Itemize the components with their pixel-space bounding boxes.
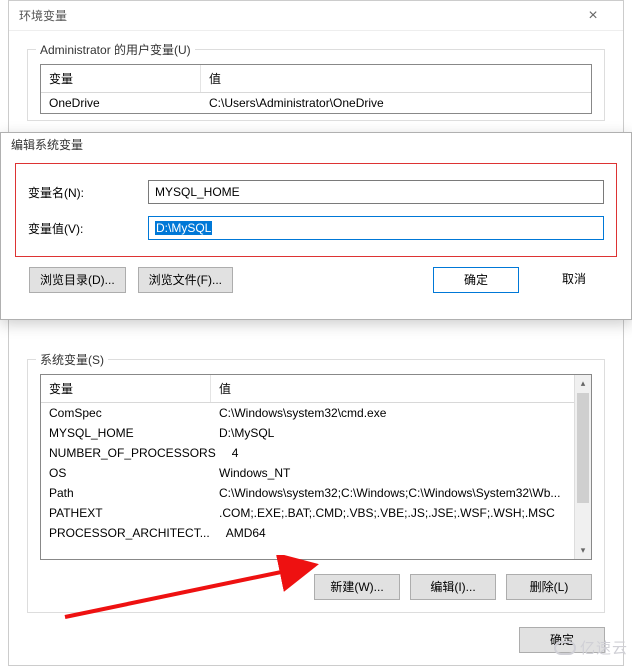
cell-variable: NUMBER_OF_PROCESSORS <box>41 443 224 463</box>
watermark: 亿速云 <box>554 637 628 658</box>
edit-button[interactable]: 编辑(I)... <box>410 574 496 600</box>
dialog-footer: 确定 <box>27 627 605 653</box>
table-row[interactable]: OSWindows_NT <box>41 463 574 483</box>
cell-variable: PROCESSOR_ARCHITECT... <box>41 523 218 543</box>
sys-buttons-row: 新建(W)... 编辑(I)... 删除(L) <box>40 574 592 600</box>
cell-value: AMD64 <box>218 523 574 543</box>
cell-value: C:\Windows\system32\cmd.exe <box>211 403 574 423</box>
edit-buttons-row: 浏览目录(D)... 浏览文件(F)... 确定 取消 <box>29 267 617 293</box>
cell-value: .COM;.EXE;.BAT;.CMD;.VBS;.VBE;.JS;.JSE;.… <box>211 503 574 523</box>
table-row[interactable]: PATHEXT.COM;.EXE;.BAT;.CMD;.VBS;.VBE;.JS… <box>41 503 574 523</box>
table-row[interactable]: PathC:\Windows\system32;C:\Windows;C:\Wi… <box>41 483 574 503</box>
system-variables-table[interactable]: 变量 值 ComSpecC:\Windows\system32\cmd.exeM… <box>40 374 592 560</box>
dialog-title: 环境变量 <box>19 1 573 31</box>
cell-variable: OS <box>41 463 211 483</box>
variable-value-selected-text: D:\MySQL <box>155 221 212 235</box>
new-button[interactable]: 新建(W)... <box>314 574 400 600</box>
user-variables-table[interactable]: 变量 值 OneDriveC:\Users\Administrator\OneD… <box>40 64 592 114</box>
variable-name-label: 变量名(N): <box>28 184 148 201</box>
variable-value-input[interactable]: D:\MySQL <box>148 216 604 240</box>
table-header: 变量 值 <box>41 375 574 403</box>
env-variables-dialog: 环境变量 × Administrator 的用户变量(U) 变量 值 OneDr… <box>8 0 624 666</box>
cell-value: C:\Users\Administrator\OneDrive <box>201 93 591 113</box>
scroll-up-icon[interactable]: ▴ <box>575 375 591 392</box>
scroll-down-icon[interactable]: ▾ <box>575 542 591 559</box>
cell-variable: MYSQL_HOME <box>41 423 211 443</box>
col-header-variable[interactable]: 变量 <box>41 375 211 402</box>
cell-value: C:\Windows\system32;C:\Windows;C:\Window… <box>211 483 574 503</box>
table-row[interactable]: NUMBER_OF_PROCESSORS4 <box>41 443 574 463</box>
ok-button[interactable]: 确定 <box>433 267 519 293</box>
delete-button[interactable]: 删除(L) <box>506 574 592 600</box>
table-row[interactable]: MYSQL_HOMED:\MySQL <box>41 423 574 443</box>
cell-variable: ComSpec <box>41 403 211 423</box>
col-header-value[interactable]: 值 <box>211 375 574 402</box>
variable-value-label: 变量值(V): <box>28 220 148 237</box>
cell-value: D:\MySQL <box>211 423 574 443</box>
scroll-thumb[interactable] <box>577 393 589 503</box>
user-variables-group: Administrator 的用户变量(U) 变量 值 OneDriveC:\U… <box>27 49 605 121</box>
cell-value: Windows_NT <box>211 463 574 483</box>
table-row[interactable]: ComSpecC:\Windows\system32\cmd.exe <box>41 403 574 423</box>
col-header-variable[interactable]: 变量 <box>41 65 201 92</box>
user-group-caption: Administrator 的用户变量(U) <box>36 41 195 58</box>
close-icon[interactable]: × <box>573 1 613 31</box>
titlebar: 环境变量 × <box>9 1 623 31</box>
variable-name-input[interactable] <box>148 180 604 204</box>
table-header: 变量 值 <box>41 65 591 93</box>
cell-variable: Path <box>41 483 211 503</box>
cell-variable: PATHEXT <box>41 503 211 523</box>
cloud-icon <box>554 641 576 655</box>
watermark-text: 亿速云 <box>580 637 628 658</box>
browse-file-button[interactable]: 浏览文件(F)... <box>138 267 233 293</box>
cell-value: 4 <box>224 443 574 463</box>
edit-dialog-title: 编辑系统变量 <box>1 133 631 153</box>
col-header-value[interactable]: 值 <box>201 65 591 92</box>
edit-form-highlight: 变量名(N): 变量值(V): D:\MySQL <box>15 163 617 257</box>
system-variables-group: 系统变量(S) 变量 值 ComSpecC:\Windows\system32\… <box>27 359 605 613</box>
cancel-button[interactable]: 取消 <box>531 267 617 293</box>
table-row[interactable]: PROCESSOR_ARCHITECT...AMD64 <box>41 523 574 543</box>
scrollbar[interactable]: ▴ ▾ <box>574 375 591 559</box>
browse-directory-button[interactable]: 浏览目录(D)... <box>29 267 126 293</box>
table-row[interactable]: OneDriveC:\Users\Administrator\OneDrive <box>41 93 591 113</box>
cell-variable: OneDrive <box>41 93 201 113</box>
sys-group-caption: 系统变量(S) <box>36 351 108 368</box>
edit-system-variable-dialog: 编辑系统变量 变量名(N): 变量值(V): D:\MySQL 浏览目录(D).… <box>0 132 632 320</box>
